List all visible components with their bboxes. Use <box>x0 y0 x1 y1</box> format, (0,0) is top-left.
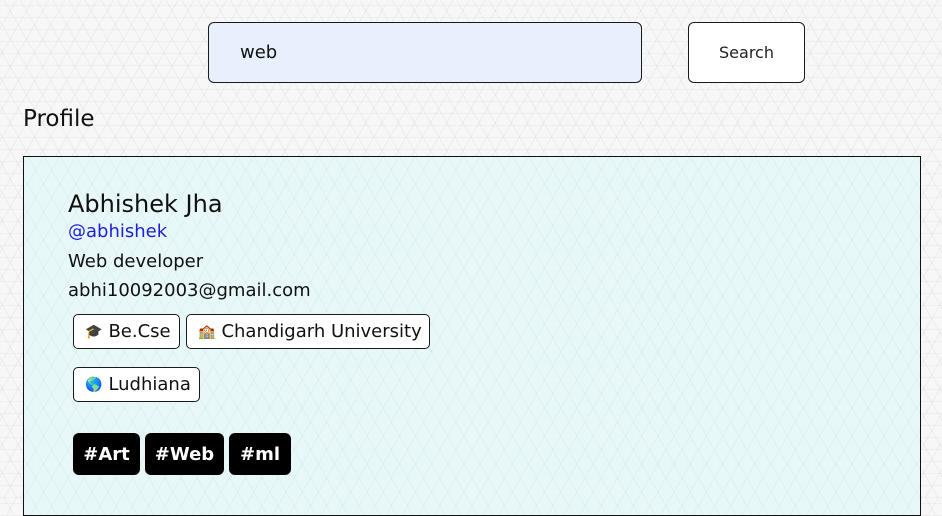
graduation-cap-icon: 🎓 <box>85 323 103 340</box>
location-label: Ludhiana <box>108 374 191 395</box>
profile-role: Web developer <box>68 251 204 272</box>
university-label: Chandigarh University <box>221 321 422 342</box>
school-building-icon: 🏫 <box>198 323 216 340</box>
location-chip: 🌎 Ludhiana <box>73 367 200 402</box>
search-input[interactable] <box>208 22 642 83</box>
profile-email: abhi10092003@gmail.com <box>68 280 311 301</box>
profile-card: Abhishek Jha @abhishek Web developer abh… <box>23 156 921 516</box>
degree-chip: 🎓 Be.Cse <box>73 314 180 349</box>
degree-label: Be.Cse <box>108 321 171 342</box>
profile-handle-link[interactable]: @abhishek <box>68 221 167 243</box>
profile-name: Abhishek Jha <box>68 190 223 218</box>
globe-icon: 🌎 <box>85 376 103 393</box>
tag-ml[interactable]: #ml <box>229 433 291 475</box>
tag-web[interactable]: #Web <box>145 433 224 475</box>
tag-art[interactable]: #Art <box>73 433 140 475</box>
section-title: Profile <box>23 106 95 132</box>
search-button[interactable]: Search <box>688 22 805 83</box>
university-chip: 🏫 Chandigarh University <box>186 314 430 349</box>
